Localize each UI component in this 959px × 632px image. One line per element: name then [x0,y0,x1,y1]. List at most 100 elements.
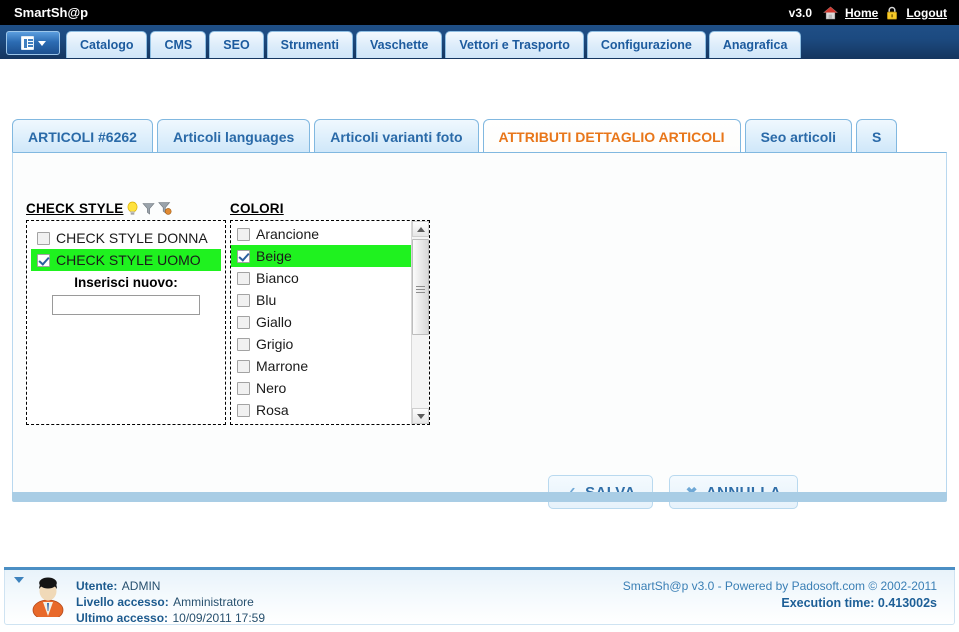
checkbox[interactable] [237,359,250,373]
colori-option-row[interactable]: Arancione [231,223,411,245]
main-nav-tab[interactable]: SEO [209,31,264,58]
top-bar-right: v3.0 Home Logout [789,6,947,20]
colori-title: COLORI [230,200,284,216]
check-style-option-row[interactable]: CHECK STYLE UOMO [31,249,221,271]
content-tab[interactable]: S [856,119,898,153]
main-nav-tab[interactable]: Anagrafica [708,31,802,58]
option-label: Beige [256,248,292,264]
checkbox[interactable] [237,403,250,417]
footer-collapse-toggle[interactable] [14,577,24,583]
content-tab-row: ARTICOLI #6262 Articoli languages Articoli… [12,118,947,153]
colori-option-row[interactable]: Giallo [231,311,411,333]
option-label: Bianco [256,270,299,286]
footer-user-row: Utente: ADMIN [76,578,265,594]
home-link[interactable]: Home [845,6,878,20]
checkbox[interactable] [237,227,250,241]
colori-option-row[interactable]: Blu [231,289,411,311]
checkbox[interactable] [37,231,50,245]
footer-execution-time: Execution time: 0.413002s [781,596,937,610]
colori-option-row[interactable]: Nero [231,377,411,399]
footer-copyright: SmartSh@p v3.0 - Powered by Padosoft.com… [622,579,937,593]
checkbox[interactable] [237,381,250,395]
scrollbar-thumb[interactable] [412,239,429,335]
footer-user-value: ADMIN [121,579,161,593]
triangle-up-icon [416,226,425,232]
footer-meta: SmartSh@p v3.0 - Powered by Padosoft.com… [623,578,937,612]
footer-last-value: 10/09/2011 17:59 [172,611,266,625]
option-label: Arancione [256,226,320,242]
check-style-options: CHECK STYLE DONNA CHECK STYLE UOMO [31,227,221,271]
check-style-column: CHECK STYLE CHECK STYLE DONNA CHECK STYL… [26,199,226,425]
main-nav-tab[interactable]: CMS [150,31,207,58]
app-version: v3.0 [788,5,812,20]
main-menu-button[interactable] [6,31,60,55]
option-label: Blu [256,292,277,308]
checkbox[interactable] [237,249,250,263]
check-style-option-row[interactable]: CHECK STYLE DONNA [31,227,221,249]
panel-bottom-bar [12,492,947,502]
main-nav-tab[interactable]: Strumenti [266,31,354,58]
footer-top-line [4,567,955,570]
content-tab[interactable]: ARTICOLI #6262 [12,119,153,153]
content-tab[interactable]: Seo articoli [744,119,853,153]
option-label: Marrone [256,358,309,374]
option-label: CHECK STYLE UOMO [56,252,201,268]
footer: Utente: ADMIN Livello accesso: Amministr… [0,567,959,632]
content-tab[interactable]: Articoli varianti foto [314,119,479,153]
main-nav-tab[interactable]: Configurazione [586,31,706,58]
checkbox[interactable] [237,337,250,351]
option-label: Nero [256,380,287,396]
main-nav-tab-label: Configurazione [600,38,692,52]
scrollbar-track[interactable] [412,237,429,408]
app-root: SmartSh@p v3.0 Home Logout Catalogo CMS … [0,0,959,632]
content-tab[interactable]: Articoli languages [156,119,311,153]
logout-link[interactable]: Logout [906,6,947,20]
colori-box: Arancione Beige Bianco Blu Giallo Grigio Marro… [230,220,430,425]
footer-level-row: Livello accesso: Amministratore [76,594,265,610]
checkbox[interactable] [37,253,50,267]
main-nav-tab-label: Anagrafica [722,38,788,52]
list-menu-icon [20,36,34,50]
colori-option-row[interactable]: Grigio [231,333,411,355]
main-nav-tab-label: Strumenti [280,38,340,52]
colori-options: Arancione Beige Bianco Blu Giallo Grigio Marro… [231,221,411,424]
attributes-fieldset-row: CHECK STYLE CHECK STYLE DONNA CHECK STYL… [26,199,434,425]
colori-option-row[interactable]: Beige [231,245,411,267]
colori-option-row[interactable]: Marrone [231,355,411,377]
content-panel: ARTICOLI #6262 Articoli languages Articoli… [12,118,947,509]
user-avatar-icon [30,575,66,621]
grip-icon [416,284,425,293]
content-tab-label: S [872,128,882,145]
top-bar: SmartSh@p v3.0 Home Logout [0,0,959,25]
colori-scrollbar[interactable] [411,221,429,424]
filter-icon[interactable] [142,202,156,215]
main-nav-tab[interactable]: Catalogo [66,31,148,58]
colori-column: COLORI Arancione Beige Bianco Blu Giallo Grig… [230,199,430,425]
check-style-title-row: CHECK STYLE [26,199,226,217]
content-tab-label: Articoli languages [172,128,295,145]
content-tab-label: ARTICOLI #6262 [28,128,137,145]
panel-body: CHECK STYLE CHECK STYLE DONNA CHECK STYL… [12,152,947,509]
main-nav-tab[interactable]: Vettori e Trasporto [445,31,584,58]
checkbox[interactable] [237,315,250,329]
check-style-title: CHECK STYLE [26,200,124,216]
main-nav-tab-label: Vettori e Trasporto [459,38,570,52]
checkbox[interactable] [237,271,250,285]
main-nav-tab-label: Catalogo [80,38,134,52]
main-nav-tab-label: SEO [223,38,250,52]
content-tab[interactable]: ATTRIBUTI DETTAGLIO ARTICOLI [482,119,741,153]
scroll-down-button[interactable] [412,408,429,424]
footer-user-info: Utente: ADMIN Livello accesso: Amministr… [76,578,265,626]
insert-new-label: Inserisci nuovo: [74,275,178,290]
option-label: Rosa [256,402,289,418]
main-nav-tab[interactable]: Vaschette [356,31,443,58]
colori-option-row[interactable]: Bianco [231,267,411,289]
content-tab-label: Articoli varianti foto [330,128,463,145]
main-nav-tab-label: CMS [164,38,193,52]
lightbulb-icon[interactable] [126,201,139,216]
colori-option-row[interactable]: Rosa [231,399,411,421]
scroll-up-button[interactable] [412,221,429,237]
checkbox[interactable] [237,293,250,307]
insert-new-input[interactable] [52,295,200,315]
filter-clear-icon[interactable] [158,201,172,215]
